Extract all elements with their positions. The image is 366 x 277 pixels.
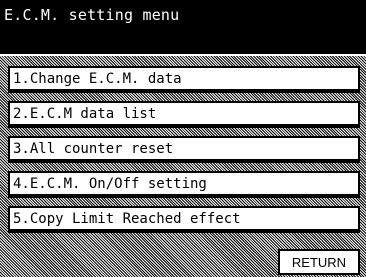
menu-item-copy-limit-reached-effect[interactable]: 5.Copy Limit Reached effect (8, 206, 360, 231)
menu-item-all-counter-reset[interactable]: 3.All counter reset (8, 136, 360, 161)
return-button-label: RETURN (291, 255, 347, 270)
menu-item-label: 4.E.C.M. On/Off setting (13, 176, 207, 192)
menu-item-label: 1.Change E.C.M. data (13, 71, 182, 87)
return-button[interactable]: RETURN (278, 249, 360, 275)
menu-item-ecm-data-list[interactable]: 2.E.C.M data list (8, 101, 360, 126)
menu-item-ecm-on-off-setting[interactable]: 4.E.C.M. On/Off setting (8, 171, 360, 196)
title-bar: E.C.M. setting menu (0, 0, 366, 56)
menu-item-label: 3.All counter reset (13, 141, 174, 157)
bottom-bar: RETURN (0, 238, 366, 277)
menu-item-change-ecm-data[interactable]: 1.Change E.C.M. data (8, 66, 360, 91)
ecm-setting-screen: E.C.M. setting menu 1.Change E.C.M. data… (0, 0, 366, 277)
menu-item-label: 5.Copy Limit Reached effect (13, 211, 241, 227)
page-title: E.C.M. setting menu (4, 6, 180, 24)
menu-item-label: 2.E.C.M data list (13, 106, 157, 122)
